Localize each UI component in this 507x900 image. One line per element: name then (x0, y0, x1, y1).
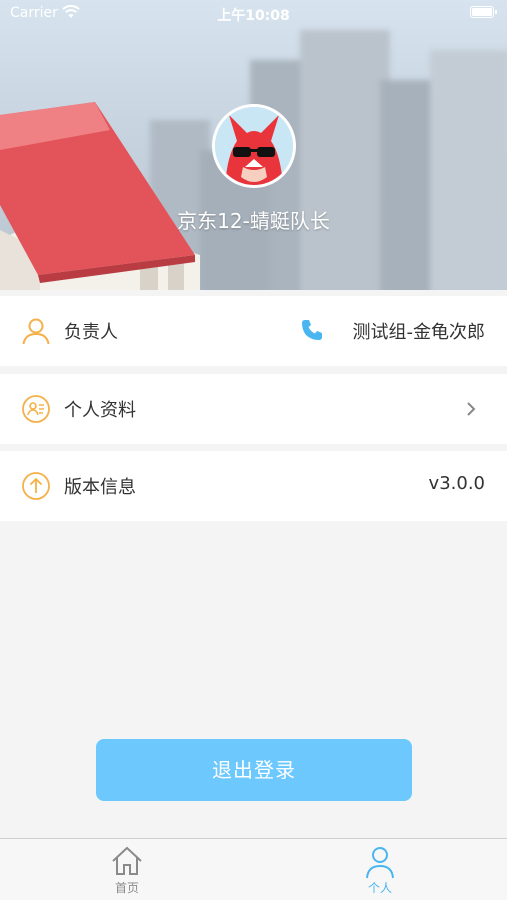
username: 京东12-蜻蜓队长 (177, 209, 330, 233)
battery-icon (470, 6, 497, 18)
tab-label: 首页 (114, 881, 139, 895)
tab-bar: 首页 个人 (0, 838, 507, 900)
person-icon (22, 318, 50, 345)
version-value: v3.0.0 (428, 473, 485, 494)
row-label: 版本信息 (64, 477, 136, 498)
logout-button[interactable]: 退出登录 (96, 739, 412, 801)
row-label: 个人资料 (64, 400, 136, 421)
home-icon (112, 846, 142, 875)
phone-icon[interactable] (300, 318, 324, 342)
profile-header: Carrier 上午10:08 京东12-蜻蜓队长 (0, 0, 507, 290)
avatar-character-icon (215, 107, 293, 185)
user-icon (366, 847, 394, 879)
tab-personal[interactable]: 个人 (320, 839, 440, 900)
row-version-info[interactable]: 版本信息 v3.0.0 (0, 451, 507, 521)
row-value[interactable]: 测试组-金龟次郎 (353, 318, 486, 344)
chevron-right-icon (467, 402, 476, 416)
row-personal-info[interactable]: 个人资料 (0, 374, 507, 444)
upload-arrow-icon (22, 472, 50, 500)
row-label: 负责人 (64, 322, 118, 343)
tab-label: 个人 (367, 881, 392, 895)
row-responsible-person[interactable]: 负责人 测试组-金龟次郎 (0, 296, 507, 366)
house-illustration (0, 102, 200, 290)
profile-card-icon (22, 395, 50, 423)
status-time: 上午10:08 (217, 8, 290, 24)
tab-home[interactable]: 首页 (67, 839, 187, 900)
avatar[interactable] (212, 104, 296, 188)
status-bar: Carrier 上午10:08 (0, 0, 507, 28)
